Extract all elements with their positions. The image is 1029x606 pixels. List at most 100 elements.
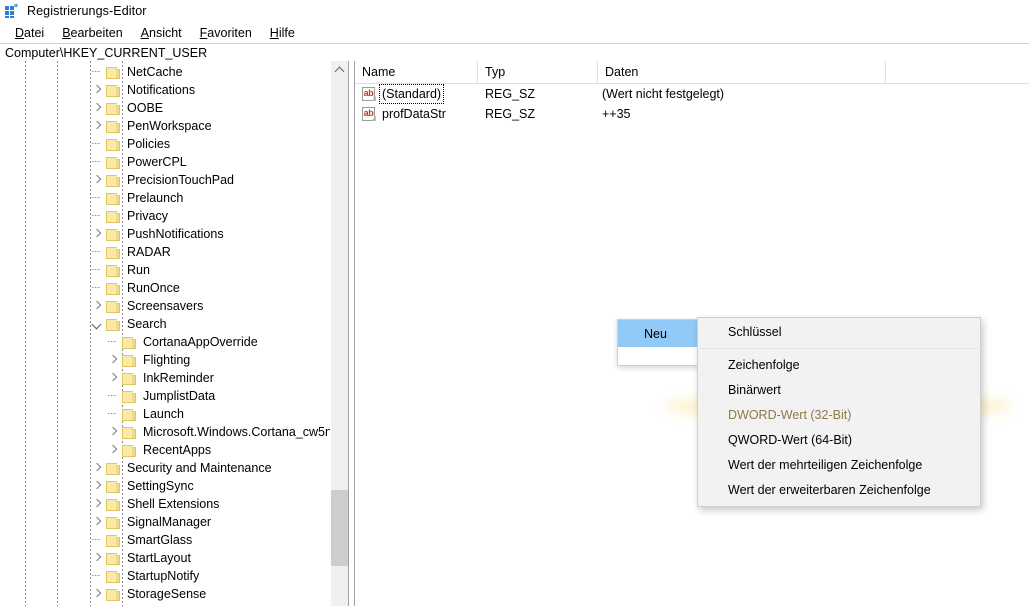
tree-item-label: StorageSense [127,587,207,601]
folder-icon [106,120,121,133]
tree-item-inkreminder[interactable]: InkReminder [0,369,348,387]
registry-tree-pane[interactable]: NetCache Notifications OOBE PenWorkspace Pol… [0,61,348,606]
scroll-up-icon[interactable] [331,61,348,78]
tree-item-security-and-maintenance[interactable]: Security and Maintenance [0,459,348,477]
tree-leaf-connector-icon [90,279,106,297]
tree-item-settingsync[interactable]: SettingSync [0,477,348,495]
tree-item-prelaunch[interactable]: Prelaunch [0,189,348,207]
menu-bearbeiten[interactable]: Bearbeiten [53,24,131,42]
tree-item-label: Security and Maintenance [127,461,272,475]
menu-ansicht[interactable]: Ansicht [132,24,191,42]
tree-item-cortanaappoverride[interactable]: CortanaAppOverride [0,333,348,351]
tree-item-netcache[interactable]: NetCache [0,63,348,81]
tree-item-radar[interactable]: RADAR [0,243,348,261]
tree-item-label: Search [127,317,167,331]
folder-icon [122,336,137,349]
tree-item-recentapps[interactable]: RecentApps [0,441,348,459]
tree-item-smartglass[interactable]: SmartGlass [0,531,348,549]
submenu-item-dword-wert-32-bit[interactable]: DWORD-Wert (32-Bit) [698,403,980,428]
tree-item-storagesense[interactable]: StorageSense [0,585,348,603]
column-header-spacer[interactable] [886,61,1012,83]
tree-item-startlayout[interactable]: StartLayout [0,549,348,567]
folder-icon [106,282,121,295]
tree-item-label: Run [127,263,150,277]
chevron-right-icon[interactable] [90,297,106,315]
submenu-item-bin-rwert[interactable]: Binärwert [698,378,980,403]
chevron-right-icon[interactable] [90,459,106,477]
chevron-right-icon[interactable] [90,477,106,495]
column-header-daten[interactable]: Daten [598,61,886,83]
column-header-typ[interactable]: Typ [478,61,598,83]
chevron-right-icon[interactable] [90,585,106,603]
pane-splitter[interactable] [348,61,355,606]
tree-item-pushnotifications[interactable]: PushNotifications [0,225,348,243]
value-type: REG_SZ [485,87,536,101]
tree-item-label: PrecisionTouchPad [127,173,235,187]
tree-item-policies[interactable]: Policies [0,135,348,153]
tree-item-startupnotify[interactable]: StartupNotify [0,567,348,585]
tree-item-microsoft-windows-cortana-cw5n1h2[interactable]: Microsoft.Windows.Cortana_cw5n1h2 [0,423,348,441]
chevron-right-icon[interactable] [106,441,122,459]
tree-item-jumplistdata[interactable]: JumplistData [0,387,348,405]
tree-item-penworkspace[interactable]: PenWorkspace [0,117,348,135]
folder-icon [106,156,121,169]
tree-item-powercpl[interactable]: PowerCPL [0,153,348,171]
tree-item-launch[interactable]: Launch [0,405,348,423]
tree-item-runonce[interactable]: RunOnce [0,279,348,297]
context-submenu-neu: Schlüssel Zeichenfolge Binärwert DWORD-Wert… [697,317,981,507]
menu-datei[interactable]: Datei [6,24,53,42]
tree-item-search[interactable]: Search [0,315,348,333]
tree-item-screensavers[interactable]: Screensavers [0,297,348,315]
table-row[interactable]: ab profDataStr REG_SZ ++35 [355,104,1029,124]
scrollbar-thumb[interactable] [331,490,348,566]
tree-item-signalmanager[interactable]: SignalManager [0,513,348,531]
submenu-item-zeichenfolge[interactable]: Zeichenfolge [698,353,980,378]
tree-vertical-scrollbar[interactable] [330,61,348,606]
chevron-right-icon[interactable] [90,495,106,513]
address-bar[interactable]: Computer\HKEY_CURRENT_USER [0,43,1029,62]
folder-icon [106,228,121,241]
tree-item-oobe[interactable]: OOBE [0,99,348,117]
registry-values-list: ab (Standard) REG_SZ (Wert nicht festgelegt… [355,84,1029,124]
tree-item-label: RunOnce [127,281,180,295]
table-row[interactable]: ab (Standard) REG_SZ (Wert nicht festgelegt… [355,84,1029,104]
tree-leaf-connector-icon [90,261,106,279]
folder-icon [106,534,121,547]
chevron-right-icon[interactable] [90,225,106,243]
menu-favoriten[interactable]: Favoriten [191,24,261,42]
chevron-right-icon[interactable] [106,423,122,441]
chevron-right-icon[interactable] [106,369,122,387]
submenu-item-wert-der-erweiterbaren-zeichenfolge[interactable]: Wert der erweiterbaren Zeichenfolge [698,478,980,503]
folder-icon [106,102,121,115]
folder-icon [106,462,121,475]
chevron-right-icon[interactable] [90,171,106,189]
chevron-right-icon[interactable] [90,81,106,99]
submenu-item-schl-ssel[interactable]: Schlüssel [698,320,980,345]
submenu-separator [700,348,978,349]
menu-bearbeiten-accel: B [62,25,71,40]
value-name: profDataStr [382,107,446,121]
context-menu-item-neu-label: Neu [644,326,667,341]
tree-item-flighting[interactable]: Flighting [0,351,348,369]
value-name: (Standard) [379,84,445,104]
tree-item-notifications[interactable]: Notifications [0,81,348,99]
chevron-right-icon[interactable] [90,513,106,531]
tree-item-label: StartupNotify [127,569,200,583]
tree-item-privacy[interactable]: Privacy [0,207,348,225]
submenu-item-qword-wert-64-bit[interactable]: QWORD-Wert (64-Bit) [698,428,980,453]
chevron-down-icon[interactable] [90,315,106,333]
tree-item-run[interactable]: Run [0,261,348,279]
tree-leaf-connector-icon [90,207,106,225]
tree-item-precisiontouchpad[interactable]: PrecisionTouchPad [0,171,348,189]
column-header-name[interactable]: Name [355,61,478,83]
chevron-right-icon[interactable] [90,549,106,567]
folder-icon [106,498,121,511]
tree-item-shell-extensions[interactable]: Shell Extensions [0,495,348,513]
folder-icon [106,210,121,223]
folder-icon [106,174,121,187]
chevron-right-icon[interactable] [90,117,106,135]
menu-hilfe[interactable]: Hilfe [261,24,304,42]
chevron-right-icon[interactable] [90,99,106,117]
submenu-item-wert-der-mehrteiligen-zeichenfolge[interactable]: Wert der mehrteiligen Zeichenfolge [698,453,980,478]
chevron-right-icon[interactable] [106,351,122,369]
